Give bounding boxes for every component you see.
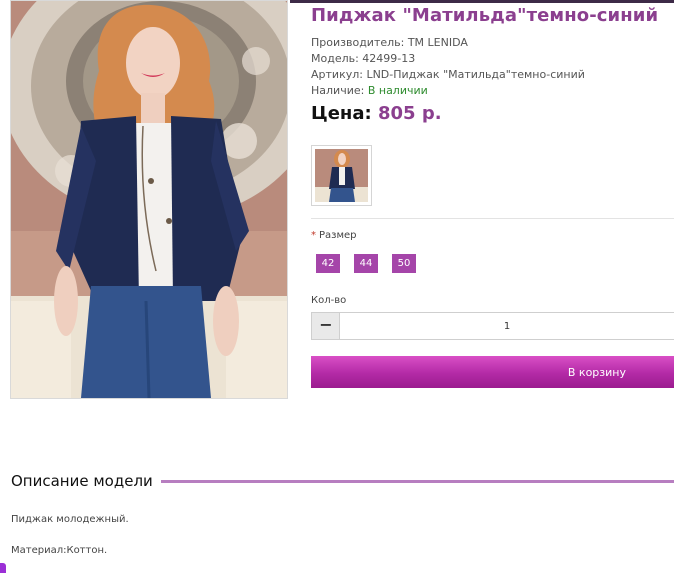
size-label: * Размер [311, 230, 357, 241]
add-to-cart-button[interactable]: В корзину [311, 356, 674, 388]
product-article: Артикул: LND-Пиджак "Матильда"темно-сини… [311, 68, 585, 81]
description-line-1: Пиджак молодежный. [11, 514, 129, 525]
size-option-42[interactable]: 42 [316, 254, 340, 273]
quantity-input[interactable] [339, 312, 674, 340]
quantity-label: Кол-во [311, 295, 347, 306]
product-title: Пиджак "Матильда"темно-синий [311, 5, 659, 26]
description-title-underline [161, 480, 674, 483]
size-option-50[interactable]: 50 [392, 254, 416, 273]
price-label: Цена: [311, 103, 372, 124]
header-accent-line [290, 0, 674, 3]
scroll-tab-marker[interactable] [0, 563, 6, 573]
options-divider [311, 218, 674, 219]
product-availability: Наличие: В наличии [311, 84, 428, 97]
availability-label: Наличие: [311, 84, 365, 97]
size-option-44[interactable]: 44 [354, 254, 378, 273]
description-title: Описание модели [11, 472, 153, 490]
quantity-decrease-button[interactable]: − [311, 312, 340, 340]
price-value: 805 р. [377, 103, 442, 124]
availability-value: В наличии [367, 84, 428, 97]
product-main-image[interactable] [10, 0, 288, 399]
required-mark: * [311, 230, 316, 241]
size-label-text: Размер [319, 230, 357, 241]
product-model: Модель: 42499-13 [311, 52, 416, 65]
product-thumbnail[interactable] [311, 145, 372, 206]
product-manufacturer: Производитель: TM LENIDA [311, 36, 468, 49]
description-line-2: Материал:Коттон. [11, 545, 108, 556]
product-price: Цена: 805 р. [311, 103, 442, 124]
